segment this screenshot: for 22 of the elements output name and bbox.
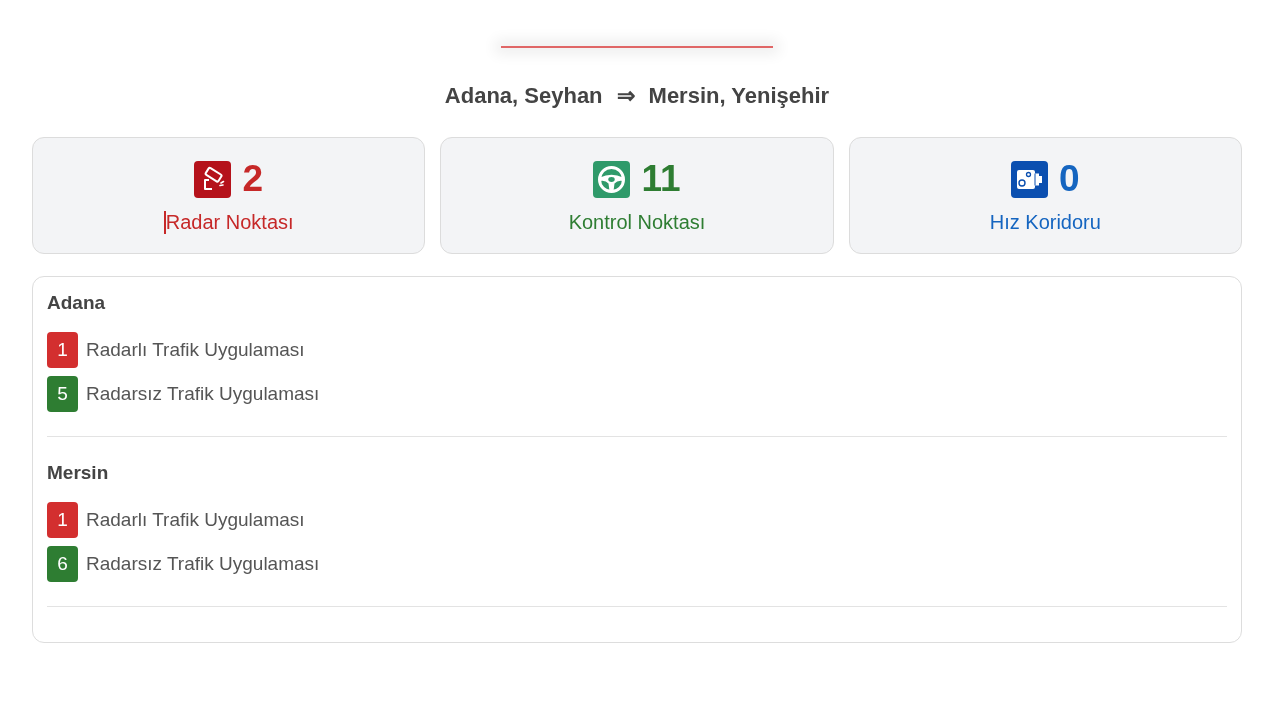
route-destination: Mersin, Yenişehir <box>648 82 830 110</box>
route-origin: Adana, Seyhan <box>444 82 603 110</box>
route-arrow: ⇒ <box>616 82 635 110</box>
stat-count: 2 <box>242 160 263 198</box>
stat-count: 0 <box>1059 160 1080 198</box>
stat-label: Radar Noktası <box>165 210 294 234</box>
count-badge: 5 <box>47 376 78 412</box>
city-name: Mersin <box>47 461 110 485</box>
steering-wheel-icon <box>593 160 631 198</box>
city-name: Adana <box>47 291 107 315</box>
stat-count: 11 <box>641 160 681 198</box>
item-label: Radarsız Trafik Uygulaması <box>86 552 320 576</box>
count-badge: 1 <box>47 332 78 368</box>
stat-label: Kontrol Noktası <box>568 210 706 234</box>
security-camera-icon <box>194 160 232 198</box>
item-label: Radarlı Trafik Uygulaması <box>86 508 305 532</box>
stat-label: Hız Koridoru <box>989 210 1101 234</box>
speed-camera-icon <box>1011 160 1049 198</box>
count-badge: 1 <box>47 502 78 538</box>
count-badge: 6 <box>47 546 78 582</box>
item-label: Radarlı Trafik Uygulaması <box>86 338 305 362</box>
item-label: Radarsız Trafik Uygulaması <box>86 382 320 406</box>
